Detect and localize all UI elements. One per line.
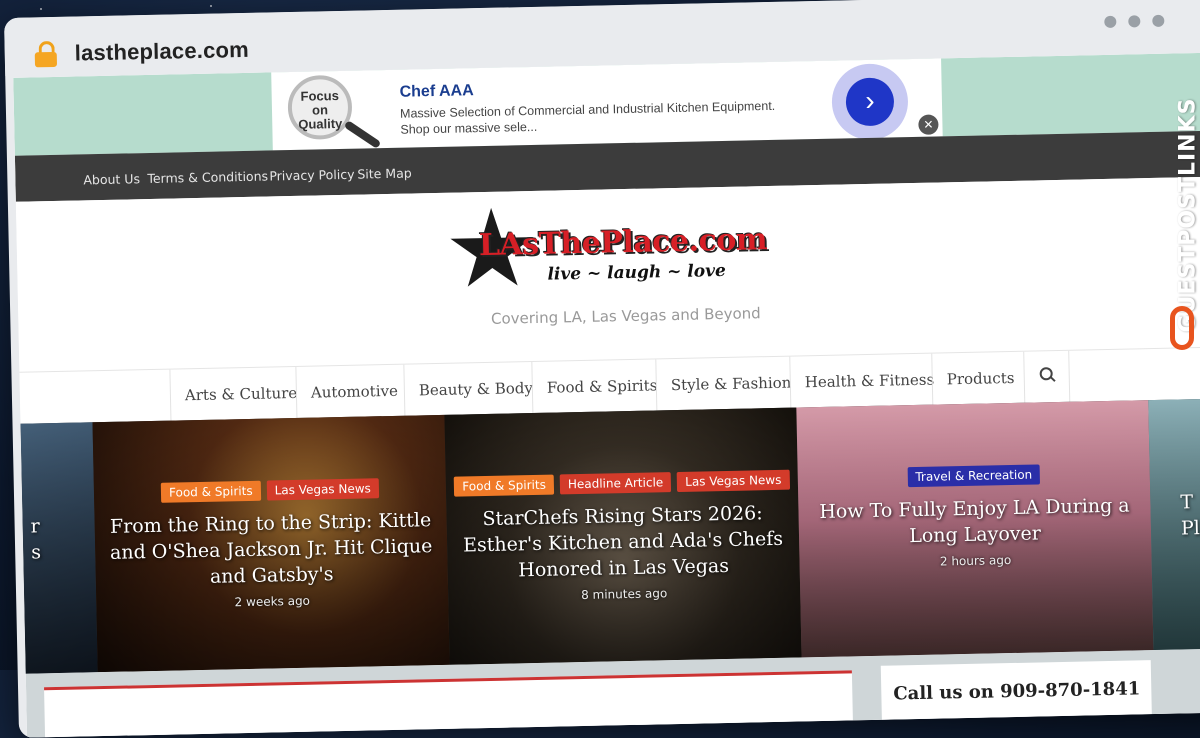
featured-slider: r s Food & SpiritsLas Vegas News From th… — [21, 398, 1200, 673]
category-badge[interactable]: Headline Article — [560, 472, 672, 494]
top-nav-site-map[interactable]: Site Map — [357, 165, 412, 181]
slide-title: T Pla — [1180, 488, 1200, 541]
site-header: LAsThePlace.com live ~ laugh ~ love Cove… — [16, 176, 1200, 371]
lock-icon — [34, 41, 57, 67]
logo-tagline: live ~ laugh ~ love — [547, 261, 726, 285]
top-nav-about-us[interactable]: About Us — [83, 171, 140, 187]
slide-title: r s — [30, 512, 87, 565]
slide-title[interactable]: From the Ring to the Strip: Kittle and O… — [102, 507, 440, 592]
category-badge[interactable]: Food & Spirits — [454, 475, 554, 497]
slide-article[interactable]: Travel & Recreation How To Fully Enjoy L… — [796, 400, 1153, 657]
nav-products[interactable]: Products — [931, 352, 1029, 406]
search-icon — [1040, 367, 1056, 383]
logo-wordmark: LAsThePlace.com — [479, 222, 768, 263]
slide-title[interactable]: StarChefs Rising Stars 2026: Esther's Ki… — [454, 500, 792, 585]
nav-health-fitness[interactable]: Health & Fitness — [789, 353, 949, 408]
top-nav-terms[interactable]: Terms & Conditions — [147, 169, 268, 187]
nav-search-button[interactable] — [1023, 351, 1070, 404]
nav-automotive[interactable]: Automotive — [295, 365, 412, 419]
window-dot-icon[interactable] — [1152, 15, 1164, 27]
magnifier-icon: Focus on Quality — [287, 75, 352, 140]
category-badge[interactable]: Las Vegas News — [677, 470, 790, 492]
slide-partial-left[interactable]: r s — [21, 422, 98, 673]
page-viewport: Focus on Quality Chef AAA Massive Select… — [13, 52, 1200, 737]
nav-food-spirits[interactable]: Food & Spirits — [531, 359, 672, 414]
link-icon — [1170, 306, 1194, 350]
top-nav-privacy[interactable]: Privacy Policy — [269, 167, 354, 184]
slide-article[interactable]: Food & Spirits Headline ArticleLas Vegas … — [444, 407, 801, 664]
nav-beauty-body[interactable]: Beauty & Body — [403, 362, 547, 417]
site-logo[interactable]: LAsThePlace.com live ~ laugh ~ love — [448, 202, 790, 309]
close-icon[interactable]: ✕ — [918, 114, 938, 134]
content-card — [44, 670, 853, 737]
nav-arts-culture[interactable]: Arts & Culture — [169, 367, 311, 422]
browser-window: lastheplace.com Focus on Quality Chef AA… — [4, 0, 1200, 738]
slide-article[interactable]: Food & SpiritsLas Vegas News From the Ri… — [92, 415, 449, 672]
ad-banner[interactable]: Focus on Quality Chef AAA Massive Select… — [271, 58, 942, 150]
watermark-text: GUESTPOSTLINKS — [1176, 53, 1200, 333]
ad-go-button[interactable]: › — [831, 63, 909, 141]
slide-title[interactable]: How To Fully Enjoy LA During a Long Layo… — [806, 492, 1143, 551]
ad-title[interactable]: Chef AAA — [399, 82, 473, 102]
chevron-right-icon: › — [845, 77, 894, 126]
slide-partial-right[interactable]: T Pla — [1148, 398, 1200, 650]
ad-description: Massive Selection of Commercial and Indu… — [400, 97, 801, 137]
nav-style-fashion[interactable]: Style & Fashion — [655, 356, 806, 411]
category-badge[interactable]: Food & Spirits — [161, 481, 261, 503]
call-us-text[interactable]: Call us on 909-870-1841 — [893, 678, 1140, 704]
address-bar[interactable]: lastheplace.com — [74, 37, 249, 67]
window-dot-icon[interactable] — [1128, 15, 1140, 27]
window-controls — [1092, 14, 1164, 34]
category-badge[interactable]: Las Vegas News — [266, 478, 379, 500]
category-badge[interactable]: Travel & Recreation — [907, 464, 1040, 487]
guestpostlinks-watermark: GUESTPOSTLINKS — [1166, 60, 1200, 360]
window-dot-icon[interactable] — [1104, 16, 1116, 28]
ad-image: Focus on Quality — [277, 74, 386, 148]
